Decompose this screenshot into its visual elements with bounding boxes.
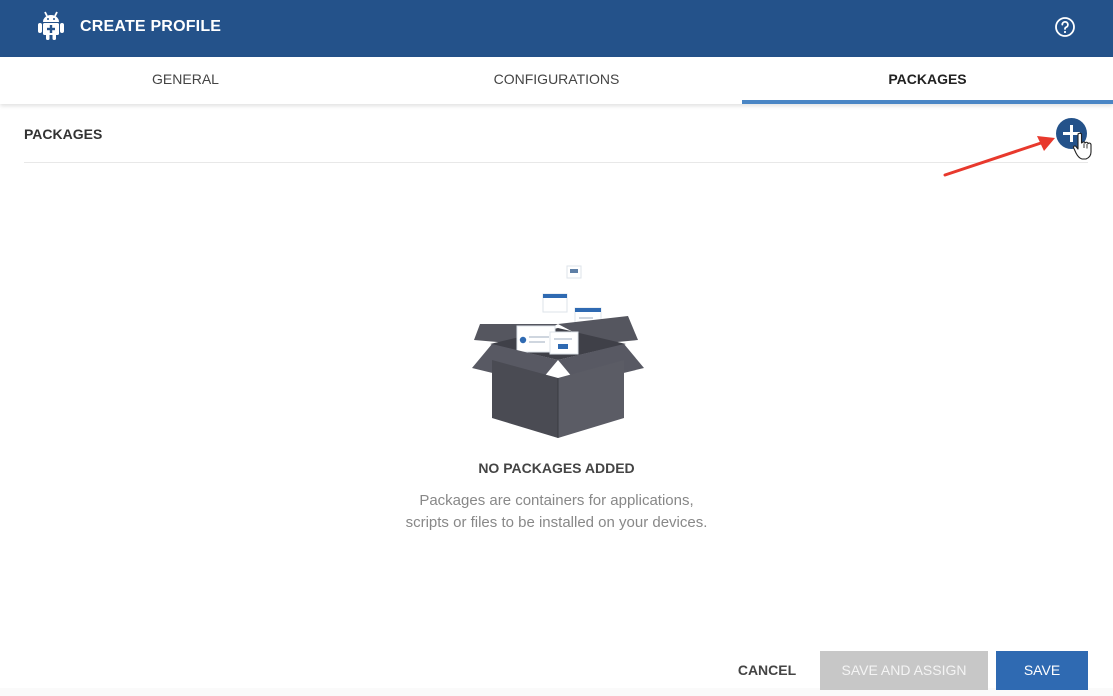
empty-state-description: Packages are containers for applications… bbox=[0, 490, 1113, 534]
android-icon bbox=[38, 11, 64, 40]
hand-cursor-icon bbox=[1072, 132, 1092, 160]
empty-state-description-line: scripts or files to be installed on your… bbox=[405, 514, 708, 531]
tab-general[interactable]: GENERAL bbox=[0, 57, 371, 104]
save-button[interactable]: SAVE bbox=[996, 651, 1088, 690]
annotation-arrow-icon bbox=[943, 136, 1055, 177]
page-title: CREATE PROFILE bbox=[80, 18, 222, 35]
section-divider bbox=[24, 162, 1088, 163]
empty-state-description-line: Packages are containers for applications… bbox=[419, 492, 694, 509]
help-icon[interactable] bbox=[1054, 16, 1076, 38]
tab-configurations[interactable]: CONFIGURATIONS bbox=[371, 57, 742, 104]
empty-state-title: NO PACKAGES ADDED bbox=[478, 460, 635, 476]
section-title: PACKAGES bbox=[24, 126, 103, 142]
tab-packages[interactable]: PACKAGES bbox=[742, 57, 1113, 104]
app-header: CREATE PROFILE bbox=[0, 0, 1113, 57]
save-and-assign-button[interactable]: SAVE AND ASSIGN bbox=[820, 651, 988, 690]
empty-box-illustration bbox=[472, 265, 644, 438]
cancel-button[interactable]: CANCEL bbox=[724, 651, 810, 690]
tab-bar: GENERAL CONFIGURATIONS PACKAGES bbox=[0, 57, 1113, 104]
